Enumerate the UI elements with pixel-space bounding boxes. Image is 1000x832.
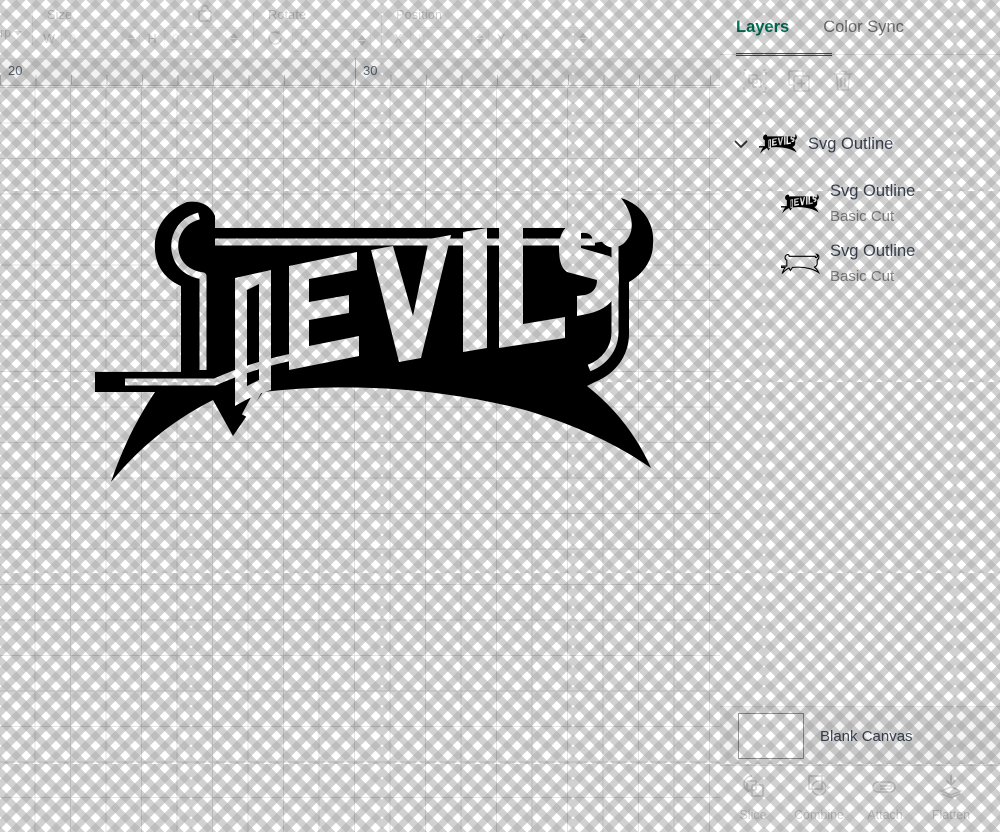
decrement-icon[interactable] bbox=[579, 39, 588, 44]
bottom-toolbar: Slice Combine Attach Flatten bbox=[720, 766, 1000, 832]
ruler-major-mark bbox=[355, 58, 356, 85]
devils-logo-artwork[interactable] bbox=[95, 186, 685, 496]
height-stepper[interactable] bbox=[164, 27, 244, 50]
rotate-stepper[interactable] bbox=[292, 29, 372, 52]
group-icon[interactable] bbox=[742, 68, 768, 94]
divider bbox=[32, 12, 34, 46]
height-spin-buttons[interactable] bbox=[225, 28, 243, 49]
warp-label: rp bbox=[0, 26, 12, 40]
position-y-input[interactable] bbox=[514, 28, 575, 49]
height-input[interactable] bbox=[165, 28, 226, 49]
divider bbox=[381, 12, 383, 46]
rotate-spin-buttons[interactable] bbox=[353, 30, 371, 51]
combine-button[interactable]: Combine bbox=[786, 772, 852, 822]
flatten-button[interactable]: Flatten bbox=[918, 772, 984, 822]
increment-icon[interactable] bbox=[476, 33, 485, 38]
layer-title: Svg Outline bbox=[830, 182, 916, 200]
layer-row[interactable]: Svg Outline bbox=[720, 114, 1000, 174]
increment-icon[interactable] bbox=[127, 33, 136, 38]
layer-subtitle: Basic Cut bbox=[830, 208, 895, 225]
warp-control[interactable]: rp bbox=[0, 0, 23, 58]
blank-canvas-thumbnail bbox=[738, 713, 804, 759]
panel-tabs: Layers Color Sync bbox=[720, 0, 1000, 56]
ruler-label: 30 bbox=[363, 63, 378, 78]
height-label: H bbox=[147, 31, 157, 46]
duplicate-icon[interactable] bbox=[786, 68, 812, 94]
layer-row[interactable]: Svg Outline Basic Cut bbox=[720, 174, 1000, 234]
increment-icon[interactable] bbox=[579, 33, 588, 38]
position-y-label: Y bbox=[496, 31, 506, 46]
position-label: Position bbox=[396, 8, 443, 22]
rotate-icon[interactable] bbox=[264, 27, 286, 54]
position-x-stepper[interactable] bbox=[410, 27, 490, 50]
chevron-down-icon[interactable] bbox=[14, 30, 23, 36]
rotate-label: Rotate bbox=[268, 8, 307, 22]
layers-list[interactable]: Svg Outline Svg Outline Basic Cut Svg Ou… bbox=[720, 104, 1000, 706]
width-stepper[interactable] bbox=[61, 27, 141, 50]
top-toolbar: rp Size W H bbox=[0, 0, 720, 58]
slice-label: Slice bbox=[739, 808, 767, 822]
rotate-group: Rotate bbox=[264, 0, 372, 58]
lock-icon[interactable] bbox=[195, 2, 215, 29]
chevron-down-icon[interactable] bbox=[730, 135, 752, 153]
divider bbox=[253, 12, 255, 46]
app-window: rp Size W H bbox=[0, 0, 1000, 832]
ruler-label: 20 bbox=[8, 63, 23, 78]
position-x-spin-buttons[interactable] bbox=[471, 28, 489, 49]
combine-label: Combine bbox=[793, 808, 845, 822]
width-input[interactable] bbox=[62, 28, 123, 49]
layer-thumbnail bbox=[756, 132, 802, 156]
ruler-ticks bbox=[0, 58, 720, 85]
position-y-stepper[interactable] bbox=[513, 27, 593, 50]
blank-canvas-row[interactable]: Blank Canvas bbox=[720, 706, 1000, 766]
attach-button[interactable]: Attach bbox=[852, 772, 918, 822]
decrement-icon[interactable] bbox=[230, 39, 239, 44]
design-canvas[interactable] bbox=[0, 86, 720, 832]
position-x-label: X bbox=[393, 31, 403, 46]
blank-canvas-label: Blank Canvas bbox=[820, 727, 913, 745]
width-label: W bbox=[43, 31, 56, 46]
position-group: Position X Y bbox=[392, 0, 593, 58]
layer-title: Svg Outline bbox=[808, 134, 894, 153]
increment-icon[interactable] bbox=[230, 33, 239, 38]
decrement-icon[interactable] bbox=[476, 39, 485, 44]
width-spin-buttons[interactable] bbox=[122, 28, 140, 49]
layer-actions-toolbar bbox=[720, 56, 1000, 104]
position-x-input[interactable] bbox=[411, 28, 472, 49]
position-y-spin-buttons[interactable] bbox=[574, 28, 592, 49]
divider bbox=[720, 54, 1000, 55]
delete-icon[interactable] bbox=[830, 68, 856, 94]
slice-button[interactable]: Slice bbox=[720, 772, 786, 822]
contour-button[interactable]: Co bbox=[984, 772, 1000, 822]
right-panel: Layers Color Sync Svg Outline Svg Outlin… bbox=[720, 0, 1000, 832]
layer-title: Svg Outline bbox=[830, 242, 916, 260]
layer-row[interactable]: Svg Outline Basic Cut bbox=[720, 234, 1000, 294]
layer-thumbnail bbox=[778, 252, 824, 276]
size-group: Size W H bbox=[43, 0, 244, 58]
decrement-icon[interactable] bbox=[127, 39, 136, 44]
layer-thumbnail bbox=[778, 192, 824, 216]
decrement-icon[interactable] bbox=[358, 41, 367, 46]
increment-icon[interactable] bbox=[358, 35, 367, 40]
tab-layers[interactable]: Layers bbox=[736, 18, 789, 39]
tab-color-sync[interactable]: Color Sync bbox=[823, 18, 904, 39]
layer-subtitle: Basic Cut bbox=[830, 268, 895, 285]
flatten-label: Flatten bbox=[931, 808, 971, 822]
rotate-input[interactable] bbox=[293, 30, 354, 51]
attach-label: Attach bbox=[867, 808, 903, 822]
horizontal-ruler[interactable]: 20 30 bbox=[0, 58, 720, 86]
